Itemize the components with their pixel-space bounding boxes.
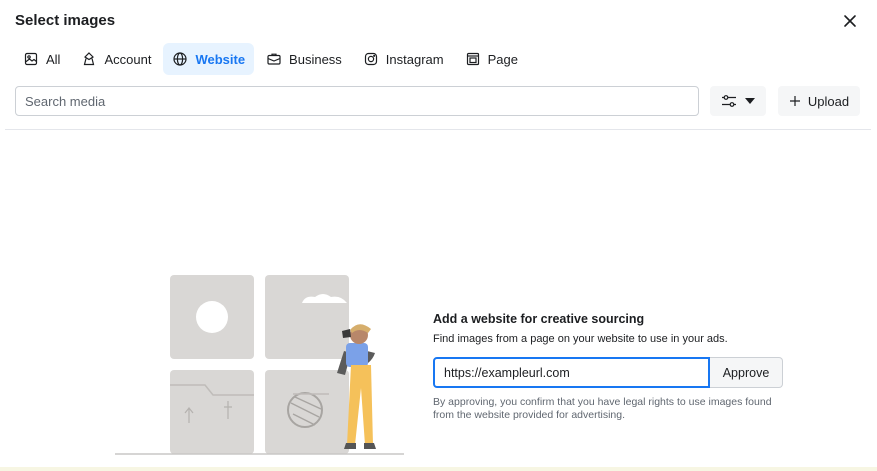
website-panel: Add a website for creative sourcing Find… (433, 312, 793, 421)
globe-icon (173, 52, 188, 66)
briefcase-icon (267, 53, 281, 65)
tab-all[interactable]: All (14, 43, 69, 75)
sliders-icon (722, 95, 736, 107)
panel-title: Add a website for creative sourcing (433, 312, 645, 326)
image-gallery-icon (24, 52, 38, 66)
instagram-icon (364, 52, 377, 66)
legal-disclaimer: By approving, you confirm that you have … (433, 396, 772, 421)
url-row: Approve (433, 357, 783, 388)
dialog-title: Select images (15, 12, 116, 29)
tab-bar: All Account Website Business Instagram P… (14, 43, 530, 75)
website-url-input[interactable] (433, 357, 710, 388)
tab-label: Page (487, 51, 518, 67)
tab-label: All (46, 51, 61, 67)
panel-subtitle: Find images from a page on your website … (433, 333, 728, 345)
divider (5, 129, 871, 130)
plus-icon (789, 96, 800, 106)
upload-label: Upload (807, 93, 850, 109)
tab-account[interactable]: Account (72, 43, 160, 75)
page-icon (466, 52, 479, 66)
tab-instagram[interactable]: Instagram (354, 43, 453, 75)
account-badge-icon (84, 52, 95, 66)
tab-label: Website (195, 51, 246, 67)
caret-down-icon (745, 98, 755, 104)
tab-label: Business (289, 51, 342, 67)
approve-button[interactable]: Approve (710, 357, 783, 388)
search-input[interactable] (15, 86, 699, 116)
tab-website[interactable]: Website (163, 43, 255, 75)
tab-label: Instagram (385, 51, 444, 67)
bottom-strip (0, 467, 877, 471)
tab-page[interactable]: Page (456, 43, 527, 75)
filter-button[interactable] (710, 86, 766, 116)
tab-business[interactable]: Business (257, 43, 351, 75)
website-sourcing-illustration (115, 275, 404, 455)
close-button[interactable] (838, 9, 862, 33)
tab-label: Account (104, 51, 152, 67)
close-icon (844, 15, 856, 27)
upload-button[interactable]: Upload (778, 86, 860, 116)
